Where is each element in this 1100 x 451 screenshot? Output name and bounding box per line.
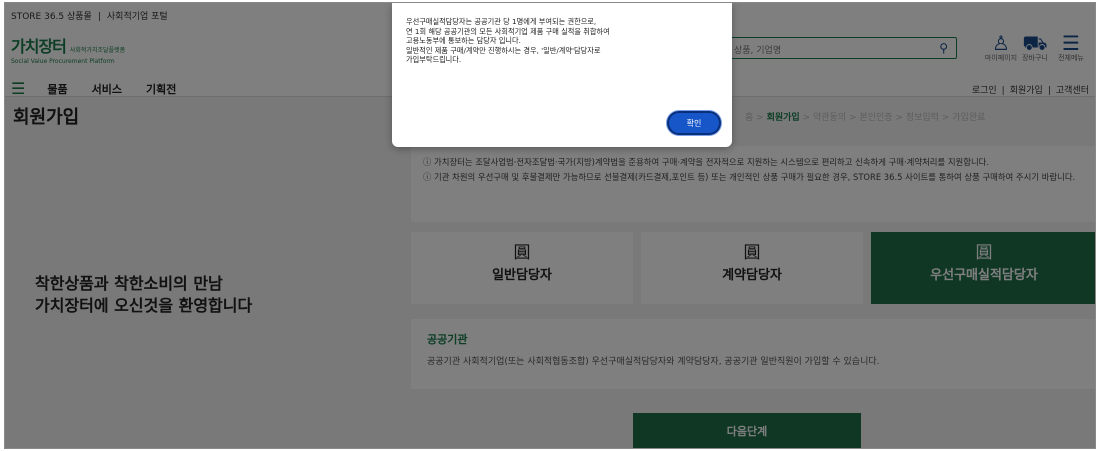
confirm-button[interactable]: 확인 bbox=[667, 111, 721, 135]
alert-dialog: 우선구매실적담당자는 공공기관 당 1명에게 부여되는 권한으로, 연 1회 해… bbox=[392, 3, 732, 147]
dialog-message-line: 고용노동부에 통보하는 담당자 입니다. bbox=[406, 36, 521, 45]
dialog-message-line: 가입부탁드립니다. bbox=[406, 55, 462, 64]
dialog-message-line: 연 1회 해당 공공기관의 모든 사회적기업 제품 구매 실적을 취합하여 bbox=[406, 26, 610, 36]
browser-viewport: STORE 36.5 상품몰|사회적기업 포털 가치장터사회적가치조달플랫폼 S… bbox=[4, 2, 1096, 449]
dialog-message-line: 우선구매실적담당자는 공공기관 당 1명에게 부여되는 권한으로, bbox=[406, 17, 597, 26]
dialog-message-line: 일반적인 제품 구매/계약만 진행하시는 경우, '일반/계약'담당자로 bbox=[406, 45, 601, 55]
